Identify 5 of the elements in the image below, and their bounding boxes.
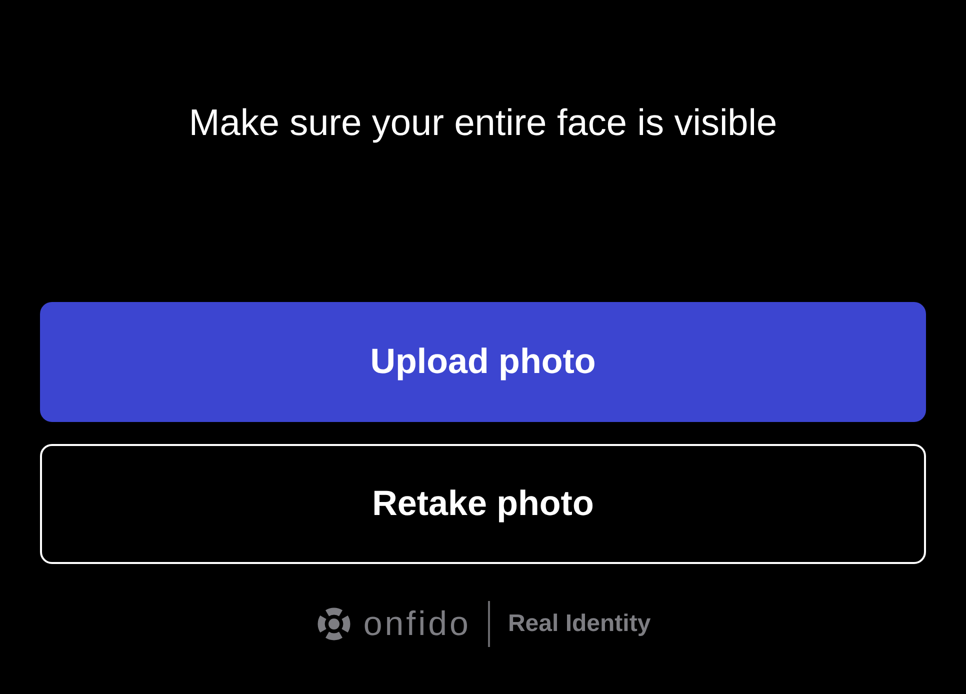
- brand-wordmark: onfido: [363, 604, 471, 644]
- tagline-text: Real Identity: [508, 609, 651, 639]
- upload-button[interactable]: Upload photo: [40, 302, 926, 422]
- instruction-text: Make sure your entire face is visible: [188, 101, 778, 145]
- retake-button[interactable]: Retake photo: [40, 444, 926, 564]
